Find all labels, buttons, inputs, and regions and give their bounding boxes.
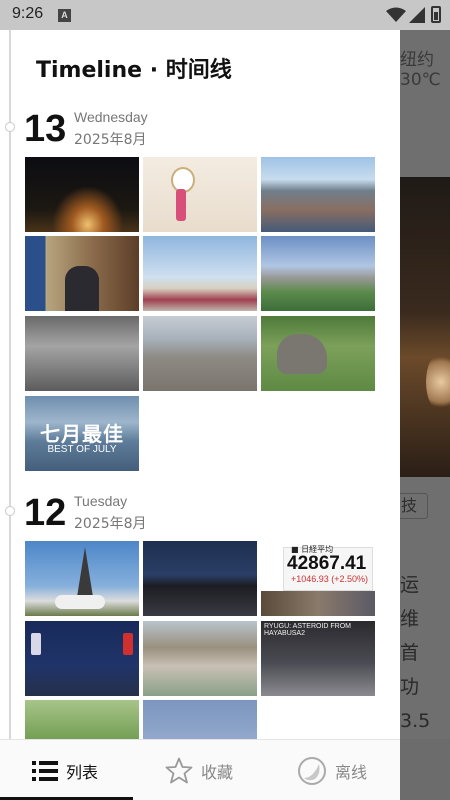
photo-cartier-watch[interactable]	[143, 157, 257, 232]
photo-port-aerial[interactable]	[261, 157, 375, 232]
photo-eiffel-tower[interactable]	[25, 541, 139, 616]
bg-char: 首	[400, 642, 420, 664]
photo-beach-shore[interactable]	[143, 316, 257, 391]
bottom-nav: 列表 收藏 离线	[0, 739, 400, 800]
nav-tab-label: 列表	[66, 762, 99, 782]
photo-factory-hall[interactable]	[25, 316, 139, 391]
timeline-dot	[5, 506, 15, 516]
bg-char: 维	[400, 608, 420, 630]
best-of-july-title: 七月最佳	[40, 422, 124, 446]
nav-tab-label: 离线	[335, 762, 368, 782]
signal-icon	[409, 7, 425, 23]
timeline-dot	[5, 122, 15, 132]
photo-volcano-eruption[interactable]	[261, 236, 375, 311]
stock-change: +1046.93 (+2.50%)	[291, 574, 369, 584]
photo-rocket-launch[interactable]	[25, 157, 139, 232]
background-app: 纽约 30℃ 技 运 维 首 功 3.5 火 来	[400, 30, 450, 800]
photo-white-house-briefing[interactable]	[143, 541, 257, 616]
day-number: 12	[24, 492, 67, 534]
photo-asteroid-hayabusa[interactable]: RYUGU: ASTEROID FROM HAYABUSA2	[261, 621, 375, 696]
photo-elephant[interactable]	[261, 316, 375, 391]
nav-tab-list[interactable]: 列表	[32, 740, 98, 800]
timeline-drawer: Timeline · 时间线 13 Wednesday 2025年8月 七月最佳…	[0, 30, 400, 800]
photo-mosque-welcome[interactable]	[143, 236, 257, 311]
day-month: 2025年8月	[74, 132, 147, 148]
notification-icon: A	[58, 9, 71, 22]
day-weekday: Wednesday	[74, 109, 148, 125]
best-of-july-subtitle: BEST OF JULY	[47, 444, 117, 455]
bg-char: 3.5	[400, 710, 431, 732]
nav-tab-favorites[interactable]: 收藏	[165, 740, 233, 800]
star-icon	[165, 757, 193, 784]
day-month: 2025年8月	[74, 516, 147, 532]
offline-icon	[298, 756, 326, 785]
bg-photo	[400, 177, 450, 477]
day-number: 13	[24, 108, 67, 150]
bg-temp-text: 30℃	[400, 70, 441, 90]
photo-best-of-july[interactable]: 七月最佳 BEST OF JULY	[25, 396, 139, 471]
bg-city-text: 纽约	[400, 50, 434, 70]
asteroid-caption: RYUGU: ASTEROID FROM HAYABUSA2	[264, 623, 351, 637]
timeline-line	[9, 30, 11, 740]
stock-value: 42867.41	[287, 553, 367, 574]
day-weekday: Tuesday	[74, 493, 128, 509]
bg-nav-area	[400, 739, 450, 800]
photo-summit-handshake[interactable]	[25, 621, 139, 696]
bg-char: 运	[400, 574, 420, 596]
bg-tag: 技	[400, 493, 428, 519]
photo-nikkei-stock[interactable]: ■ 日経平均 42867.41 +1046.93 (+2.50%)	[261, 541, 375, 616]
drawer-title: Timeline · 时间线	[36, 58, 232, 83]
battery-icon	[431, 6, 441, 23]
photo-kim-jong-un[interactable]	[25, 236, 139, 311]
nav-tab-label: 收藏	[201, 762, 234, 782]
bg-char: 功	[400, 676, 420, 698]
wifi-icon	[386, 7, 406, 22]
photo-gaza-camp[interactable]	[143, 621, 257, 696]
status-bar: 9:26 A	[0, 0, 450, 30]
list-icon	[32, 760, 58, 781]
stock-photo-strip	[261, 591, 375, 616]
status-time: 9:26	[12, 5, 44, 22]
nav-tab-offline[interactable]: 离线	[297, 740, 367, 800]
